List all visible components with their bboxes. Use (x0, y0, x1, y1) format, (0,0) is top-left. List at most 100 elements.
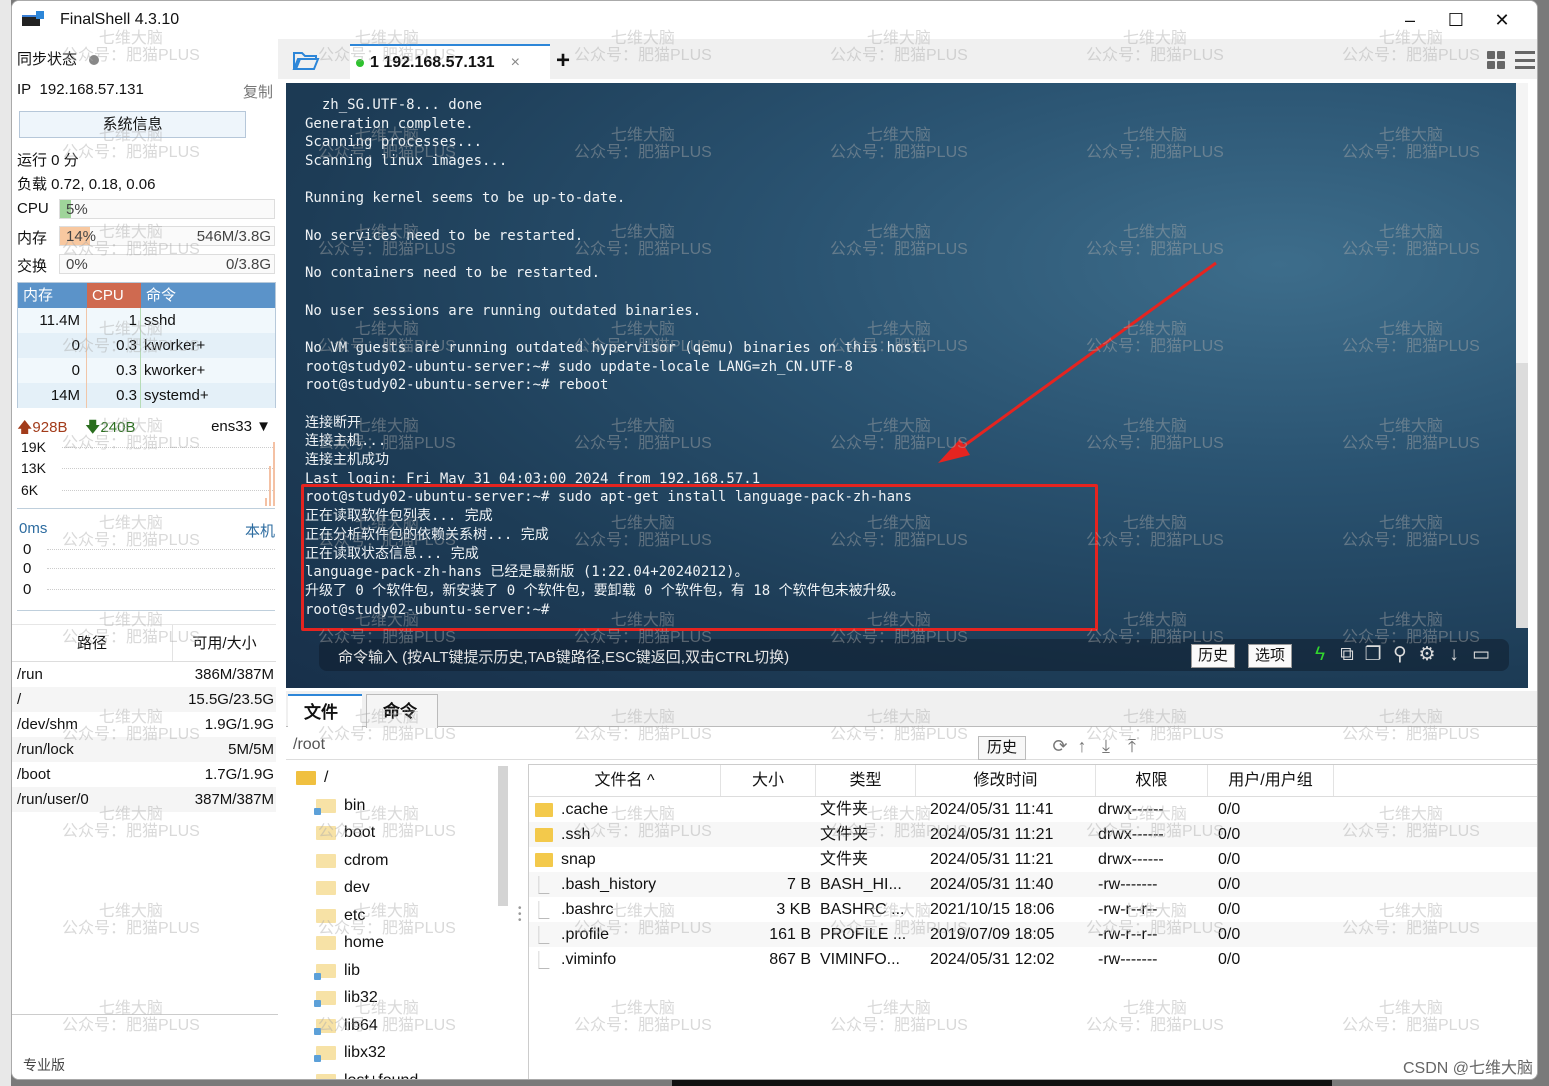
title-bar: FinalShell 4.3.10 – ☐ ✕ (12, 1, 1537, 39)
layout-grid-icon[interactable] (1487, 51, 1505, 69)
disk-path-header[interactable]: 路径 (12, 625, 172, 661)
terminal-scrollbar[interactable] (1516, 83, 1528, 628)
column-permissions[interactable]: 权限 (1096, 765, 1208, 796)
process-table-header: 内存 CPU 命令 (18, 283, 275, 308)
file-row[interactable]: snap 文件夹 2024/05/31 11:21 drwx------ 0/0 (529, 847, 1537, 872)
process-row[interactable]: 0 0.3 kworker+ (18, 358, 275, 383)
close-tab-icon[interactable]: × (511, 54, 520, 72)
tree-item[interactable]: etc (316, 907, 365, 925)
terminal-line: 连接断开 (305, 414, 361, 431)
maximize-button[interactable]: ☐ (1433, 5, 1479, 35)
hamburger-menu-icon[interactable] (1515, 51, 1535, 69)
arrow-down-icon[interactable]: ↓ (1443, 644, 1465, 666)
process-command: systemd+ (144, 387, 209, 404)
column-type[interactable]: 类型 (816, 765, 916, 796)
window-icon[interactable]: ▭ (1470, 644, 1492, 666)
download-speed: 🡇240B (85, 417, 135, 442)
session-tab[interactable]: 1 192.168.57.131 × (350, 44, 550, 79)
file-row[interactable]: .ssh 文件夹 2024/05/31 11:21 drwx------ 0/0 (529, 822, 1537, 847)
refresh-icon[interactable]: ⟳ (1050, 736, 1070, 756)
tree-scrollbar[interactable] (498, 766, 508, 906)
open-folder-icon[interactable] (292, 49, 320, 71)
terminal-scrollbar-thumb[interactable] (1516, 363, 1528, 628)
folder-icon (535, 852, 553, 867)
add-tab-icon[interactable]: + (556, 47, 570, 75)
path-input[interactable]: /root (293, 736, 325, 754)
parent-directory-icon[interactable]: ↑ (1072, 736, 1092, 756)
process-row[interactable]: 14M 0.3 systemd+ (18, 383, 275, 408)
tab-files[interactable]: 文件 (288, 694, 362, 728)
column-size[interactable]: 大小 (721, 765, 816, 796)
network-interface-select[interactable]: ens33 ▼ (211, 418, 271, 435)
net-traffic-bar (265, 498, 267, 506)
file-row[interactable]: .cache 文件夹 2024/05/31 11:41 drwx------ 0/0 (529, 797, 1537, 822)
disk-size: 1.7G/1.9G (204, 766, 274, 783)
options-button[interactable]: 选项 (1248, 644, 1293, 668)
sort-by-memory-header[interactable]: 内存 (18, 283, 87, 308)
tree-item[interactable]: boot (316, 824, 375, 842)
file-owner: 0/0 (1218, 901, 1241, 918)
tree-item-label: home (344, 934, 385, 951)
search-icon[interactable]: ⚲ (1389, 644, 1411, 666)
terminal[interactable]: zh_SG.UTF-8... done Generation complete. S… (286, 83, 1528, 688)
tree-item[interactable]: / (296, 769, 328, 787)
process-row[interactable]: 11.4M 1 sshd (18, 308, 275, 333)
swap-meter-label: 交换 (17, 258, 48, 275)
close-button[interactable]: ✕ (1479, 5, 1525, 35)
tab-commands[interactable]: 命令 (366, 694, 438, 728)
ping-host-select[interactable]: 本机 (245, 520, 275, 541)
file-row[interactable]: .bashrc 3 KB BASHRC ... 2021/10/15 18:06 -rw… (529, 897, 1537, 922)
tree-item[interactable]: cdrom (316, 852, 388, 870)
paste-icon[interactable]: ❐ (1362, 644, 1384, 666)
column-modified[interactable]: 修改时间 (916, 765, 1096, 796)
vertical-splitter-icon[interactable]: • • • (518, 904, 522, 926)
gear-icon[interactable]: ⚙ (1416, 644, 1438, 666)
terminal-line: 连接主机... (305, 433, 387, 450)
tree-item[interactable]: lost+found (316, 1072, 418, 1079)
net-y-label: 6K (21, 482, 39, 498)
sort-by-command-header[interactable]: 命令 (141, 283, 275, 308)
history-button[interactable]: 历史 (1191, 644, 1236, 668)
minimize-button[interactable]: – (1387, 5, 1433, 35)
file-name: .bashrc (561, 901, 614, 918)
folder-icon (314, 1046, 336, 1062)
system-info-button[interactable]: 系统信息 (19, 111, 246, 138)
tree-item[interactable]: lib64 (314, 1017, 378, 1035)
tree-item[interactable]: home (316, 934, 384, 952)
upload-icon[interactable]: ⤒ (1122, 736, 1142, 756)
file-row[interactable]: .profile 161 B PROFILE ... 2019/07/09 18:05… (529, 922, 1537, 947)
file-name: .cache (561, 801, 609, 818)
symlink-icon (314, 1027, 321, 1035)
command-input-bar[interactable]: 命令输入 (按ALT键提示历史,TAB键路径,ESC键返回,双击CTRL切换) … (319, 639, 1509, 671)
column-owner[interactable]: 用户/用户组 (1208, 765, 1334, 796)
memory-meter-label: 内存 (17, 230, 48, 247)
file-row[interactable]: .bash_history 7 B BASH_HI... 2024/05/31 11:… (529, 872, 1537, 897)
tree-item[interactable]: dev (316, 879, 370, 897)
lightning-icon[interactable]: ϟ (1309, 644, 1331, 666)
process-command: sshd (144, 312, 176, 329)
tree-item[interactable]: libx32 (314, 1044, 386, 1062)
tree-item[interactable]: lib32 (314, 989, 378, 1007)
file-size (721, 797, 816, 822)
disk-size-header[interactable]: 可用/大小 (172, 625, 276, 661)
symlink-icon (314, 1055, 321, 1062)
download-icon[interactable]: ⤓ (1096, 736, 1116, 756)
process-row[interactable]: 0 0.3 kworker+ (18, 333, 275, 358)
terminal-line: root@study02-ubuntu-server:~# sudo updat… (305, 358, 853, 375)
folder-icon (314, 963, 336, 980)
copy-ip-button[interactable]: 复制 (243, 81, 273, 102)
folder-icon (316, 1073, 336, 1079)
tree-item[interactable]: bin (314, 797, 365, 815)
tree-item[interactable]: lib (314, 962, 360, 980)
file-row[interactable]: .viminfo 867 B VIMINFO... 2024/05/31 12:02 -… (529, 947, 1537, 972)
copy-icon[interactable]: ⧉ (1336, 644, 1358, 666)
command-input-placeholder[interactable]: 命令输入 (按ALT键提示历史,TAB键路径,ESC键返回,双击CTRL切换) (338, 646, 789, 667)
disk-row: /dev/shm 1.9G/1.9G (12, 712, 276, 737)
column-filename[interactable]: 文件名 ^ (529, 765, 721, 796)
disk-size: 15.5G/23.5G (188, 691, 274, 708)
net-traffic-bar (273, 442, 275, 506)
disk-path: /dev/shm (17, 716, 78, 733)
path-history-button[interactable]: 历史 (978, 736, 1027, 760)
sort-by-cpu-header[interactable]: CPU (87, 283, 141, 308)
memory-percent: 14% (66, 228, 97, 245)
